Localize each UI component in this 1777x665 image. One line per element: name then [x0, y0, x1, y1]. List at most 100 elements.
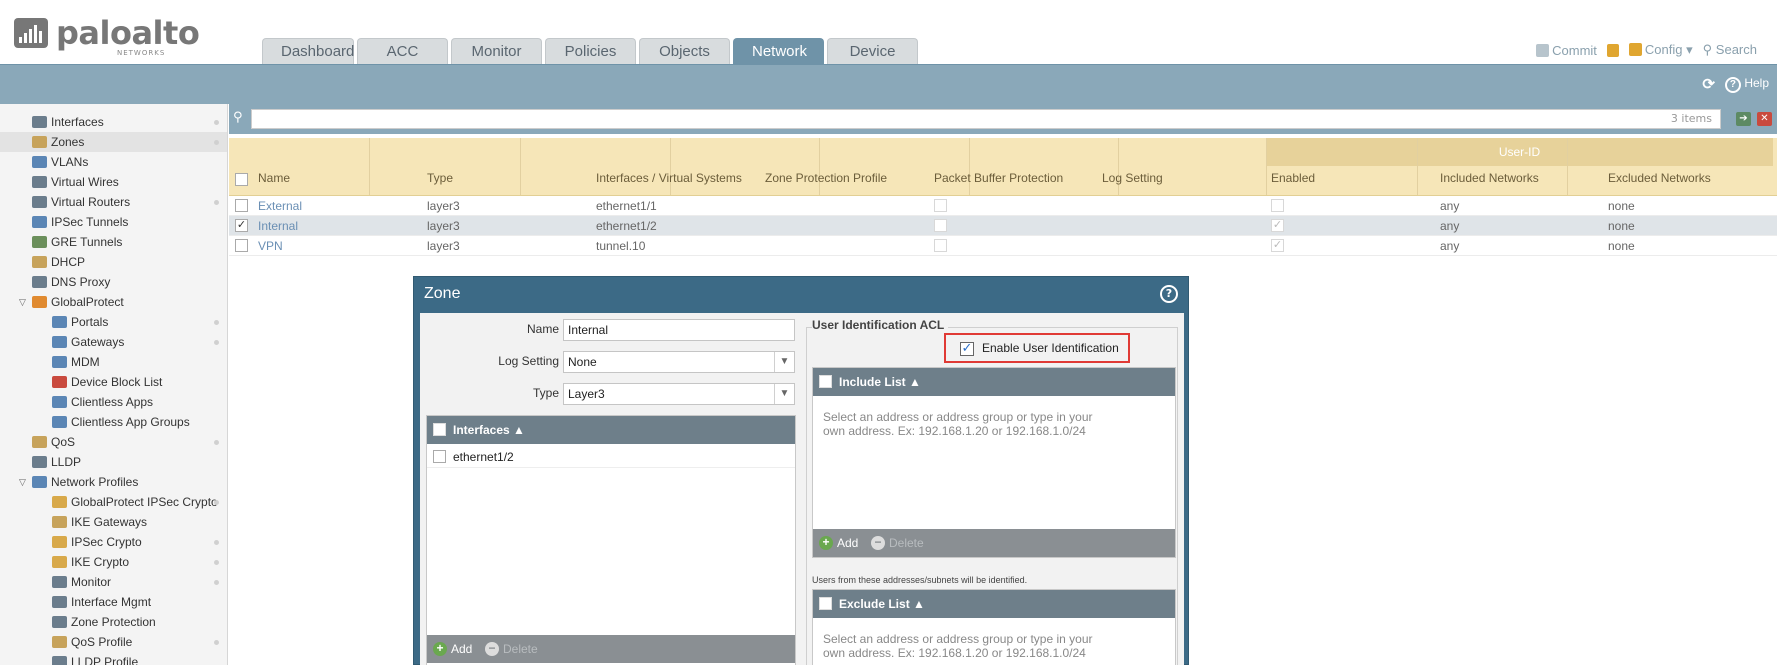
sidebar-item-label: VLANs [51, 155, 89, 169]
sidebar-item-label: GlobalProtect [51, 295, 124, 309]
row-checkbox[interactable]: ✓ [235, 219, 248, 232]
col-uid-enabled[interactable]: Enabled [1271, 171, 1315, 185]
sidebar-item-qos[interactable]: QoS [0, 432, 227, 452]
name-field[interactable]: Internal [563, 319, 795, 341]
sidebar-item-label: Portals [71, 315, 109, 329]
tab-dashboard[interactable]: Dashboard [262, 38, 354, 64]
tab-policies[interactable]: Policies [545, 38, 636, 64]
tab-monitor[interactable]: Monitor [451, 38, 542, 64]
checkmark-icon: ✓ [960, 341, 974, 356]
sidebar-item-interface-mgmt[interactable]: Interface Mgmt [0, 592, 227, 612]
status-dot [214, 640, 219, 645]
tab-objects[interactable]: Objects [639, 38, 730, 64]
col-zone-protection[interactable]: Zone Protection Profile [765, 171, 887, 185]
sidebar-item-label: Device Block List [71, 375, 163, 389]
sidebar-item-portals[interactable]: Portals [0, 312, 227, 332]
list-item[interactable]: ethernet1/2 [427, 446, 795, 468]
delete-include-button[interactable]: Delete [889, 529, 924, 557]
add-interface-button[interactable]: Add [451, 635, 472, 663]
tab-network[interactable]: Network [733, 38, 824, 64]
sidebar-item-label: Virtual Wires [51, 175, 119, 189]
sidebar-item-dhcp[interactable]: DHCP [0, 252, 227, 272]
sidebar-item-qos-profile[interactable]: QoS Profile [0, 632, 227, 652]
col-included-networks[interactable]: Included Networks [1440, 171, 1539, 185]
dialog-title: Zone [424, 285, 461, 302]
add-include-button[interactable]: Add [837, 529, 858, 557]
tab-acc[interactable]: ACC [357, 38, 448, 64]
sidebar-item-clientless-app-groups[interactable]: Clientless App Groups [0, 412, 227, 432]
table-row[interactable]: ✓ Internal layer3 ethernet1/2 ✓ any none [229, 216, 1777, 236]
sidebar-item-mdm[interactable]: MDM [0, 352, 227, 372]
row-checkbox[interactable] [235, 239, 248, 252]
col-interfaces[interactable]: Interfaces / Virtual Systems [596, 171, 742, 185]
sidebar-item-virtual-wires[interactable]: Virtual Wires [0, 172, 227, 192]
expand-icon[interactable]: ▽ [19, 472, 26, 492]
zone-name-link[interactable]: External [258, 199, 302, 213]
sidebar-item-globalprotect-ipsec-crypto[interactable]: GlobalProtect IPSec Crypto [0, 492, 227, 512]
zones-icon [32, 136, 47, 148]
sidebar-item-ipsec-crypto[interactable]: IPSec Crypto [0, 532, 227, 552]
sidebar-item-lldp-profile[interactable]: LLDP Profile [0, 652, 227, 665]
enable-user-identification-checkbox[interactable]: ✓ Enable User Identification [944, 333, 1130, 363]
table-row[interactable]: External layer3 ethernet1/1 any none [229, 196, 1777, 216]
interface-name: ethernet1/2 [453, 450, 514, 464]
sidebar-item-label: DHCP [51, 255, 86, 269]
include-select-all-checkbox[interactable] [819, 375, 832, 388]
commit-button[interactable]: Commit [1536, 43, 1597, 58]
sort-up-icon[interactable]: ▲ [913, 597, 925, 611]
apply-filter-icon[interactable]: ➔ [1736, 112, 1751, 126]
col-type[interactable]: Type [427, 171, 453, 185]
sidebar-item-ike-crypto[interactable]: IKE Crypto [0, 552, 227, 572]
interfaces-select-all-checkbox[interactable] [433, 423, 446, 436]
type-select[interactable]: Layer3 ▼ [563, 383, 795, 405]
col-name[interactable]: Name [258, 171, 290, 185]
sidebar-item-interfaces[interactable]: Interfaces [0, 112, 227, 132]
filter-input[interactable]: 3 items [251, 109, 1721, 129]
sidebar-item-zone-protection[interactable]: Zone Protection [0, 612, 227, 632]
sidebar-item-dns-proxy[interactable]: DNS Proxy [0, 272, 227, 292]
sort-up-icon[interactable]: ▲ [909, 375, 921, 389]
zone-dialog: Zone ? Name Internal Log Setting None ▼ … [413, 276, 1189, 665]
sidebar-item-globalprotect[interactable]: ▽ GlobalProtect [0, 292, 227, 312]
sidebar-item-vlans[interactable]: VLANs [0, 152, 227, 172]
sidebar-item-zones[interactable]: Zones [0, 132, 227, 152]
refresh-icon[interactable]: ⟳ [1702, 75, 1715, 93]
col-excluded-networks[interactable]: Excluded Networks [1608, 171, 1711, 185]
exclude-select-all-checkbox[interactable] [819, 597, 832, 610]
network-profiles-icon [32, 476, 47, 488]
delete-interface-button[interactable]: Delete [503, 635, 538, 663]
sidebar-item-gre-tunnels[interactable]: GRE Tunnels [0, 232, 227, 252]
sidebar-item-ike-gateways[interactable]: IKE Gateways [0, 512, 227, 532]
row-checkbox[interactable] [235, 199, 248, 212]
sidebar-item-gateways[interactable]: Gateways [0, 332, 227, 352]
sidebar-item-device-block-list[interactable]: Device Block List [0, 372, 227, 392]
sidebar-item-monitor[interactable]: Monitor [0, 572, 227, 592]
ike-gateways-icon [52, 516, 67, 528]
clear-filter-icon[interactable]: ✕ [1757, 112, 1772, 126]
sidebar-item-network-profiles[interactable]: ▽ Network Profiles [0, 472, 227, 492]
col-packet-buffer[interactable]: Packet Buffer Protection [934, 171, 1063, 185]
interface-mgmt-icon [52, 596, 67, 608]
table-row[interactable]: VPN layer3 tunnel.10 ✓ any none [229, 236, 1777, 256]
sort-up-icon[interactable]: ▲ [513, 423, 525, 437]
log-setting-select[interactable]: None ▼ [563, 351, 795, 373]
col-log-setting[interactable]: Log Setting [1102, 171, 1163, 185]
config-button[interactable]: Config ▾ [1628, 42, 1693, 58]
search-button[interactable]: ⚲ Search [1703, 42, 1757, 58]
zones-table: User-ID Name Type Interfaces / Virtual S… [229, 138, 1777, 256]
help-button[interactable]: ? Help [1724, 76, 1769, 93]
zone-name-link[interactable]: VPN [258, 239, 283, 253]
interface-checkbox[interactable] [433, 450, 446, 463]
sidebar-item-label: QoS [51, 435, 76, 449]
help-icon[interactable]: ? [1160, 285, 1178, 303]
sidebar-item-ipsec-tunnels[interactable]: IPSec Tunnels [0, 212, 227, 232]
zone-name-link[interactable]: Internal [258, 219, 298, 233]
sidebar-item-virtual-routers[interactable]: Virtual Routers [0, 192, 227, 212]
sidebar-item-lldp[interactable]: LLDP [0, 452, 227, 472]
expand-icon[interactable]: ▽ [19, 292, 26, 312]
select-all-checkbox[interactable] [235, 173, 248, 186]
sidebar-item-clientless-apps[interactable]: Clientless Apps [0, 392, 227, 412]
lock-icon[interactable] [1606, 43, 1619, 57]
sidebar: Interfaces Zones VLANs Virtual Wires Virtual… [0, 104, 228, 665]
tab-device[interactable]: Device [827, 38, 918, 64]
